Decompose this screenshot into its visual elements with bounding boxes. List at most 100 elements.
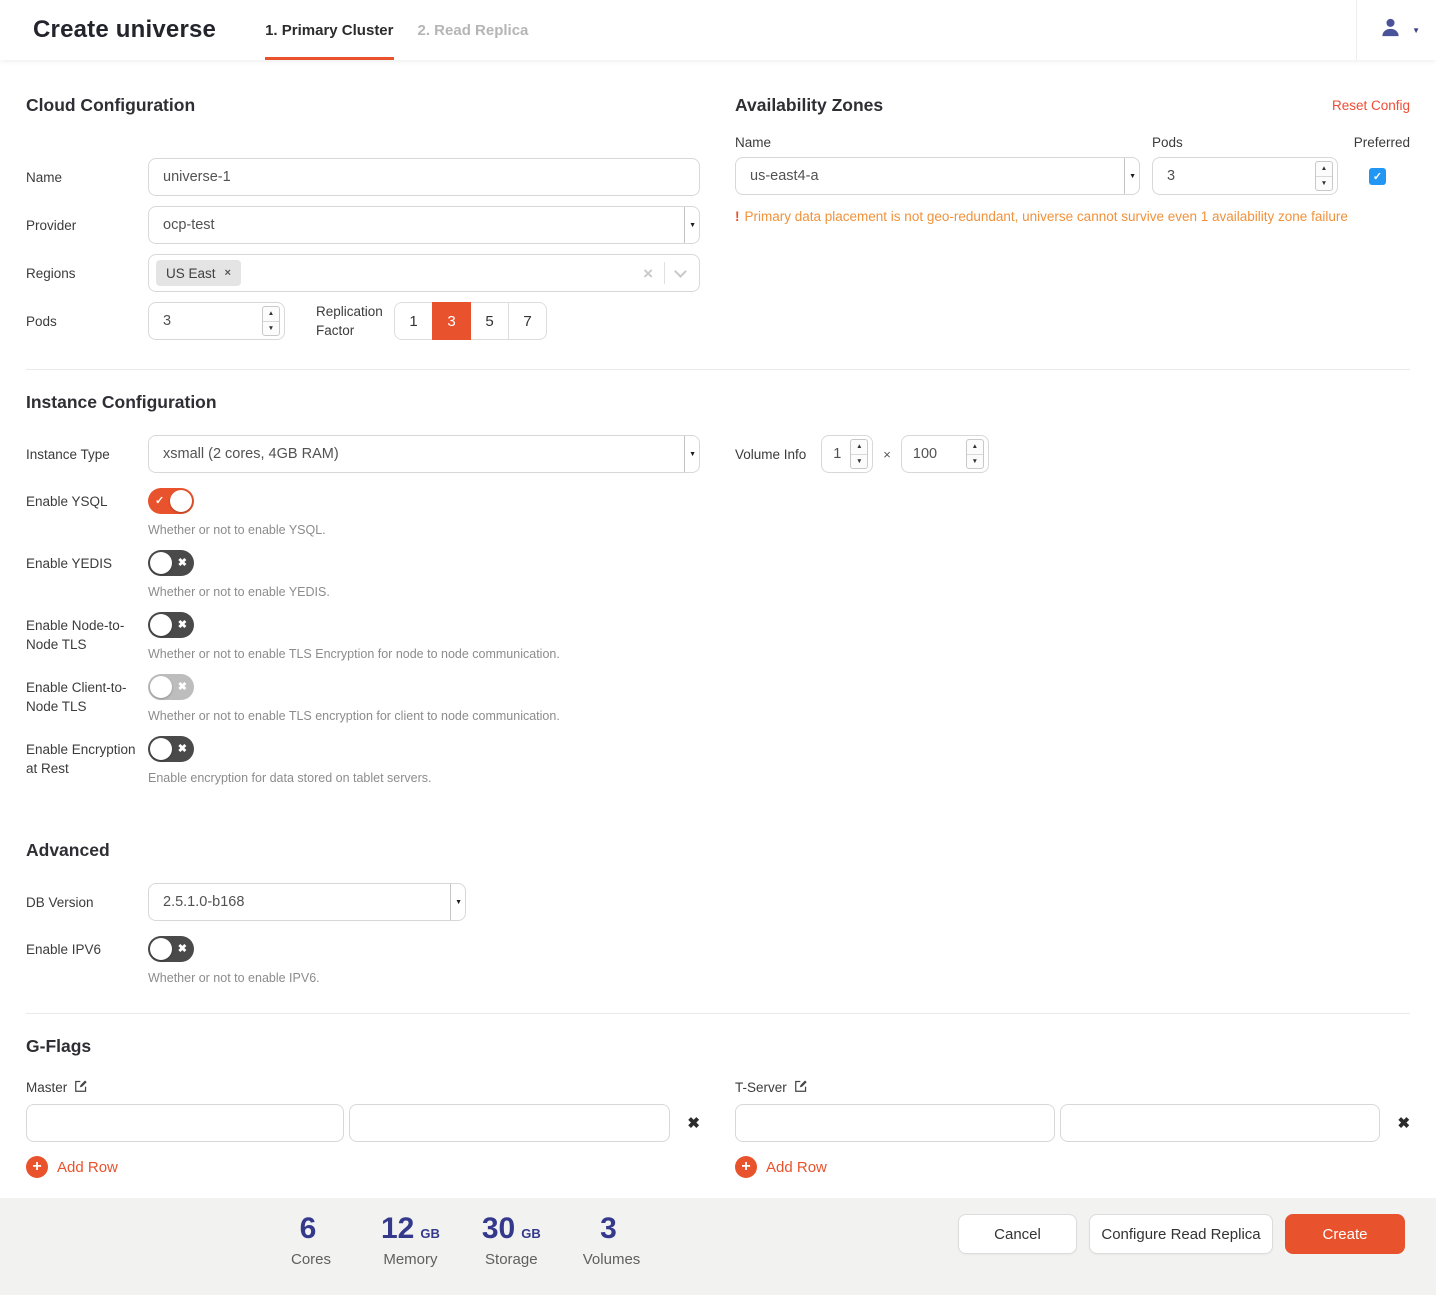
master-gflag-value-input[interactable] — [349, 1104, 670, 1142]
enable-client-to-node-tls-toggle: ✖ — [148, 674, 194, 700]
gflags-section: G-Flags Master ✖ + Add Row — [26, 1014, 1410, 1178]
universe-name-input[interactable] — [149, 159, 699, 195]
clear-all-icon[interactable]: × — [643, 265, 653, 282]
regions-row: Regions US East × × — [26, 254, 700, 292]
header: Create universe 1. Primary Cluster 2. Re… — [0, 0, 1436, 60]
enable-yedis-label: Enable YEDIS — [26, 550, 148, 601]
enable-ipv6-label: Enable IPV6 — [26, 936, 148, 987]
plus-circle-icon: + — [735, 1156, 757, 1178]
universe-name-field — [148, 158, 700, 196]
chevron-down-icon[interactable] — [674, 265, 687, 278]
instance-type-select[interactable]: xsmall (2 cores, 4GB RAM) ▼ — [148, 435, 700, 473]
tab-primary-cluster[interactable]: 1. Primary Cluster — [265, 0, 393, 60]
az-pods-field: ▲ ▼ — [1152, 157, 1338, 195]
cores-label: Cores — [283, 1251, 339, 1268]
tserver-gflag-name-input[interactable] — [735, 1104, 1055, 1142]
volume-size-stepper[interactable]: ▲ ▼ — [966, 439, 984, 469]
cross-icon: ✖ — [173, 682, 192, 693]
cross-icon: ✖ — [173, 620, 192, 631]
caret-down-icon[interactable]: ▼ — [1412, 26, 1420, 35]
regions-multiselect[interactable]: US East × × — [148, 254, 700, 292]
step-up-icon[interactable]: ▲ — [263, 307, 279, 322]
caret-down-icon: ▼ — [1124, 158, 1139, 194]
pods-stepper[interactable]: ▲ ▼ — [262, 306, 280, 336]
enable-yedis-helper: Whether or not to enable YEDIS. — [148, 584, 330, 601]
master-gflag-row: ✖ — [26, 1104, 700, 1142]
provider-select[interactable]: ocp-test ▼ — [148, 206, 700, 244]
enable-ipv6-toggle[interactable]: ✖ — [148, 936, 194, 962]
step-up-icon[interactable]: ▲ — [1316, 162, 1332, 177]
remove-region-icon[interactable]: × — [225, 267, 231, 279]
enable-encryption-at-rest-helper: Enable encryption for data stored on tab… — [148, 770, 432, 787]
step-down-icon[interactable]: ▼ — [1316, 177, 1332, 191]
cores-stat: 6 Cores — [283, 1214, 339, 1268]
volume-count-input[interactable] — [822, 436, 850, 472]
cores-value: 6 — [300, 1214, 317, 1244]
tserver-gflag-value-input[interactable] — [1060, 1104, 1380, 1142]
enable-node-to-node-tls-toggle[interactable]: ✖ — [148, 612, 194, 638]
multiply-icon: × — [883, 447, 891, 462]
step-up-icon[interactable]: ▲ — [851, 440, 867, 455]
enable-encryption-at-rest-toggle[interactable]: ✖ — [148, 736, 194, 762]
master-label: Master — [26, 1080, 67, 1095]
memory-value: 12 — [381, 1214, 414, 1244]
volume-count-stepper[interactable]: ▲ ▼ — [850, 439, 868, 469]
remove-row-icon[interactable]: ✖ — [1397, 1116, 1410, 1131]
configure-read-replica-button[interactable]: Configure Read Replica — [1089, 1214, 1273, 1254]
remove-row-icon[interactable]: ✖ — [687, 1116, 700, 1131]
add-row-label: Add Row — [766, 1159, 827, 1176]
advanced-title: Advanced — [26, 840, 1410, 861]
replication-option-7[interactable]: 7 — [508, 302, 547, 340]
reset-config-link[interactable]: Reset Config — [1332, 98, 1410, 113]
storage-label: Storage — [482, 1251, 541, 1268]
toggle-knob — [150, 738, 172, 760]
az-pods-input[interactable] — [1153, 158, 1311, 194]
create-button[interactable]: Create — [1285, 1214, 1405, 1254]
tab-read-replica[interactable]: 2. Read Replica — [418, 0, 529, 60]
storage-value: 30 — [482, 1214, 515, 1244]
step-down-icon[interactable]: ▼ — [967, 455, 983, 469]
caret-down-icon: ▼ — [684, 436, 699, 472]
footer-bar: 6 Cores 12GB Memory 30GB Storage 3 Volum… — [0, 1198, 1436, 1295]
cancel-button[interactable]: Cancel — [958, 1214, 1077, 1254]
db-version-select[interactable]: 2.5.1.0-b168 ▼ — [148, 883, 466, 921]
volume-size-field: ▲ ▼ — [901, 435, 989, 473]
tserver-add-row-button[interactable]: + Add Row — [735, 1156, 1410, 1178]
replication-option-1[interactable]: 1 — [394, 302, 433, 340]
enable-yedis-row: Enable YEDIS ✖ Whether or not to enable … — [26, 550, 700, 601]
edit-icon[interactable] — [74, 1079, 88, 1096]
toggle-knob — [170, 490, 192, 512]
enable-ysql-toggle[interactable]: ✓ — [148, 488, 194, 514]
divider — [664, 262, 665, 284]
edit-icon[interactable] — [794, 1079, 808, 1096]
instance-type-label: Instance Type — [26, 445, 148, 464]
replication-factor-label: Replication Factor — [316, 302, 394, 340]
step-up-icon[interactable]: ▲ — [967, 440, 983, 455]
step-down-icon[interactable]: ▼ — [851, 455, 867, 469]
az-name-select[interactable]: us-east4-a ▼ — [735, 157, 1140, 195]
pods-input[interactable] — [149, 303, 258, 339]
tserver-gflags-panel: T-Server ✖ + Add Row — [735, 1079, 1410, 1178]
instance-type-row: Instance Type xsmall (2 cores, 4GB RAM) … — [26, 435, 700, 473]
az-preferred-cell: ✓ — [1369, 168, 1386, 185]
tserver-gflag-row: ✖ — [735, 1104, 1410, 1142]
volume-size-input[interactable] — [902, 436, 966, 472]
toggle-knob — [150, 614, 172, 636]
replication-option-3[interactable]: 3 — [432, 302, 471, 340]
instance-configuration-section: Instance Configuration Instance Type xsm… — [26, 370, 1410, 798]
user-menu[interactable]: ▼ — [1356, 0, 1436, 60]
az-pods-header: Pods — [1152, 135, 1354, 150]
preferred-checkbox[interactable]: ✓ — [1369, 168, 1386, 185]
az-pods-stepper[interactable]: ▲ ▼ — [1315, 161, 1333, 191]
check-icon: ✓ — [150, 496, 169, 507]
user-avatar-icon[interactable] — [1379, 16, 1402, 44]
enable-ysql-helper: Whether or not to enable YSQL. — [148, 522, 326, 539]
enable-yedis-toggle[interactable]: ✖ — [148, 550, 194, 576]
master-gflag-name-input[interactable] — [26, 1104, 344, 1142]
enable-client-to-node-tls-label: Enable Client-to-Node TLS — [26, 674, 148, 725]
master-add-row-button[interactable]: + Add Row — [26, 1156, 700, 1178]
instance-configuration-title: Instance Configuration — [26, 392, 1410, 413]
step-down-icon[interactable]: ▼ — [263, 322, 279, 336]
storage-unit: GB — [521, 1227, 541, 1240]
replication-option-5[interactable]: 5 — [470, 302, 509, 340]
